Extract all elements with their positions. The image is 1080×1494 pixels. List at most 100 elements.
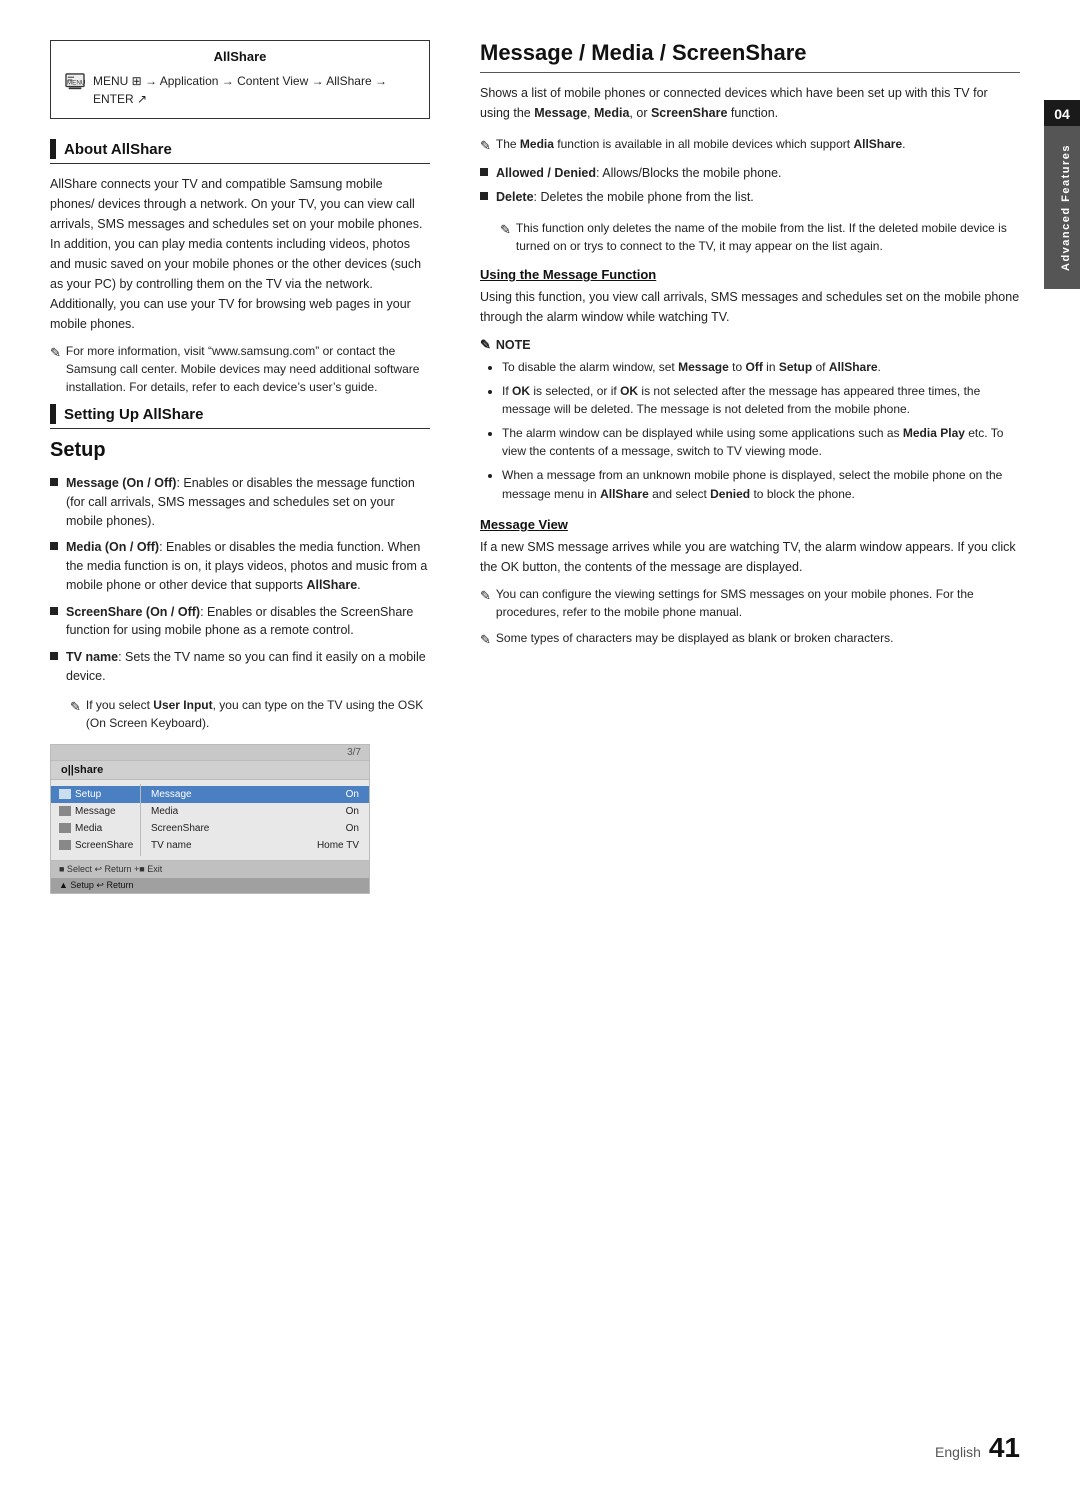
- setting-up-heading: Setting Up AllShare: [50, 404, 430, 429]
- media-note: ✎ The Media function is available in all…: [480, 135, 1020, 156]
- note-items-list: To disable the alarm window, set Message…: [480, 358, 1020, 503]
- message-view-note2-text: Some types of characters may be displaye…: [496, 629, 894, 647]
- about-allshare-body: AllShare connects your TV and compatible…: [50, 174, 430, 334]
- about-allshare-note-text: For more information, visit “www.samsung…: [66, 342, 430, 396]
- ss-tvname-key: TV name: [151, 840, 192, 851]
- setting-up-title: Setting Up AllShare: [64, 406, 203, 423]
- allshare-box-content: MENU MENU ⊞ → Application → Content View…: [65, 72, 415, 108]
- about-allshare-heading: About AllShare: [50, 139, 430, 164]
- setup-bullet-media: Media (On / Off): Enables or disables th…: [50, 538, 430, 594]
- message-view-body: If a new SMS message arrives while you a…: [480, 537, 1020, 577]
- footer-english-label: English: [935, 1444, 981, 1460]
- menu-icon: MENU: [65, 73, 87, 93]
- setup-media-label: Media (On / Off): [66, 540, 159, 554]
- right-allowed-text: : Allows/Blocks the mobile phone.: [596, 166, 782, 180]
- pencil-icon-media: ✎: [480, 136, 491, 156]
- chapter-number: 04: [1044, 100, 1080, 126]
- setup-bullet-message: Message (On / Off): Enables or disables …: [50, 474, 430, 530]
- ss-media-key: Media: [151, 806, 178, 817]
- bullet-sq-delete: [480, 192, 488, 200]
- ss-left-media: Media: [51, 820, 140, 837]
- right-allowed-label: Allowed / Denied: [496, 166, 596, 180]
- setup-screenshare-label: ScreenShare (On / Off): [66, 605, 200, 619]
- setup-message-label: Message (On / Off): [66, 476, 176, 490]
- setup-tvname-content: TV name: Sets the TV name so you can fin…: [66, 648, 430, 686]
- ss-left-setup: Setup: [51, 786, 140, 803]
- ss-setup-label: Setup: [75, 789, 101, 800]
- ss-title: o||share: [51, 761, 369, 780]
- ss-media-icon: [59, 823, 71, 833]
- footer: English 41: [935, 1432, 1020, 1464]
- setup-tvname-label: TV name: [66, 650, 118, 664]
- right-delete-label: Delete: [496, 190, 534, 204]
- pencil-icon-delete: ✎: [500, 220, 511, 240]
- bullet-square-tv: [50, 652, 58, 660]
- ss-screenshare-key: ScreenShare: [151, 823, 209, 834]
- ss-screenshare-label: ScreenShare: [75, 840, 133, 851]
- ss-setup-icon: [59, 789, 71, 799]
- delete-note-text: This function only deletes the name of t…: [516, 219, 1020, 255]
- ss-bottom2-text: ▲ Setup ↩ Return: [59, 880, 133, 891]
- ss-left-message: Message: [51, 803, 140, 820]
- bullet-square-media: [50, 542, 58, 550]
- message-view-note1-text: You can configure the viewing settings f…: [496, 585, 1020, 621]
- main-layout: AllShare MENU MENU ⊞ → Application → Con…: [0, 0, 1080, 1400]
- chapter-label: Advanced Features: [1044, 126, 1080, 289]
- allshare-box: AllShare MENU MENU ⊞ → Application → Con…: [50, 40, 430, 119]
- pencil-icon-about: ✎: [50, 343, 61, 363]
- note-item-3: The alarm window can be displayed while …: [502, 424, 1020, 461]
- right-bullet-delete: Delete: Deletes the mobile phone from th…: [480, 188, 1020, 207]
- note-pencil-icon: ✎: [480, 337, 491, 353]
- right-column: Message / Media / ScreenShare Shows a li…: [460, 40, 1080, 1400]
- bullet-square: [50, 478, 58, 486]
- right-delete-content: Delete: Deletes the mobile phone from th…: [496, 188, 754, 207]
- ss-row-screenshare: ScreenShare On: [141, 820, 369, 837]
- ss-message-val: On: [346, 789, 359, 800]
- ss-message-icon: [59, 806, 71, 816]
- ss-media-label: Media: [75, 823, 102, 834]
- about-allshare-note: ✎ For more information, visit “www.samsu…: [50, 342, 430, 396]
- right-allowed-content: Allowed / Denied: Allows/Blocks the mobi…: [496, 164, 782, 183]
- setup-message-content: Message (On / Off): Enables or disables …: [66, 474, 430, 530]
- setup-tvname-text: : Sets the TV name so you can find it ea…: [66, 650, 426, 683]
- svg-text:MENU: MENU: [67, 80, 85, 87]
- ss-left-menu: Setup Message Media ScreenShare: [51, 784, 141, 856]
- ss-topbar: 3/7: [51, 745, 369, 761]
- about-allshare-title: About AllShare: [64, 141, 172, 158]
- footer-page-number: 41: [989, 1432, 1020, 1463]
- using-message-heading: Using the Message Function: [480, 267, 1020, 282]
- ss-page-number: 3/7: [347, 747, 361, 758]
- using-message-body: Using this function, you view call arriv…: [480, 287, 1020, 327]
- note-item-4: When a message from an unknown mobile ph…: [502, 466, 1020, 503]
- setup-bullet-screenshare: ScreenShare (On / Off): Enables or disab…: [50, 603, 430, 641]
- message-media-intro: Shows a list of mobile phones or connect…: [480, 83, 1020, 123]
- setup-bullet-tvname: TV name: Sets the TV name so you can fin…: [50, 648, 430, 686]
- ss-row-tvname: TV name Home TV: [141, 837, 369, 854]
- note-item-1: To disable the alarm window, set Message…: [502, 358, 1020, 377]
- ss-screenshare-icon: [59, 840, 71, 850]
- left-column: AllShare MENU MENU ⊞ → Application → Con…: [0, 40, 460, 1400]
- allshare-box-title: AllShare: [65, 49, 415, 64]
- setup-heading: Setup: [50, 439, 430, 462]
- ss-row-message: Message On: [141, 786, 369, 803]
- note-item-2: If OK is selected, or if OK is not selec…: [502, 382, 1020, 419]
- setup-screenshare-content: ScreenShare (On / Off): Enables or disab…: [66, 603, 430, 641]
- pencil-icon-mv2: ✎: [480, 630, 491, 650]
- ss-left-screenshare: ScreenShare: [51, 837, 140, 854]
- ss-right-menu: Message On Media On ScreenShare On TV: [141, 784, 369, 856]
- ss-message-key: Message: [151, 789, 192, 800]
- right-delete-text: : Deletes the mobile phone from the list…: [534, 190, 754, 204]
- heading-bar: [50, 139, 56, 159]
- setup-bullet-list: Message (On / Off): Enables or disables …: [50, 474, 430, 686]
- ss-row-media: Media On: [141, 803, 369, 820]
- bullet-square-ss: [50, 607, 58, 615]
- ss-media-val: On: [346, 806, 359, 817]
- ss-tvname-val: Home TV: [317, 840, 359, 851]
- ss-bottom2: ▲ Setup ↩ Return: [51, 878, 369, 893]
- setup-media-content: Media (On / Off): Enables or disables th…: [66, 538, 430, 594]
- pencil-icon-tvname: ✎: [70, 697, 81, 717]
- message-media-heading: Message / Media / ScreenShare: [480, 40, 1020, 73]
- page-container: 04 Advanced Features AllShare MENU: [0, 0, 1080, 1494]
- side-tab: 04 Advanced Features: [1044, 100, 1080, 289]
- ss-bottom1-text: ■ Select ↩ Return +■ Exit: [59, 864, 162, 875]
